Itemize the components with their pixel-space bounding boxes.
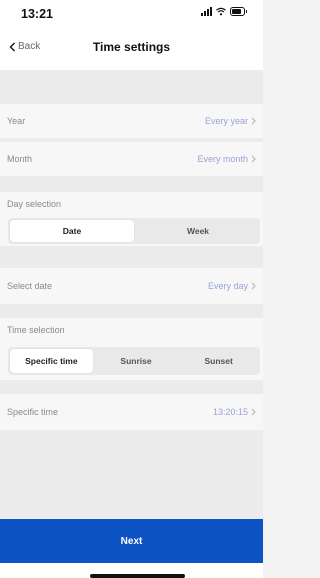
section-spacer	[0, 304, 263, 318]
time-selection-segmented-control: Specific time Sunrise Sunset	[8, 347, 260, 375]
next-button[interactable]: Next	[0, 519, 263, 563]
page-title: Time settings	[92, 40, 171, 54]
day-option-week[interactable]: Week	[136, 218, 260, 244]
select-date-value-text: Every day	[207, 281, 248, 291]
section-spacer	[0, 176, 263, 192]
home-indicator	[90, 574, 185, 578]
status-bar: 13:21	[0, 0, 263, 26]
wifi-icon	[216, 7, 226, 16]
month-row[interactable]: Month Every month	[0, 142, 263, 176]
year-label: Year	[7, 116, 26, 126]
select-date-label: Select date	[7, 281, 53, 291]
year-value: Every year	[205, 116, 256, 126]
month-value: Every month	[197, 154, 256, 164]
month-value-text: Every month	[197, 154, 248, 164]
chevron-right-icon	[251, 117, 256, 125]
day-selection-label: Day selection	[7, 199, 62, 209]
time-selection-section: Time selection Specific time Sunrise Sun…	[0, 318, 263, 380]
day-selection-section: Day selection Date Week	[0, 192, 263, 246]
specific-time-value: 13:20:15	[213, 407, 256, 417]
navigation-header: Back Time settings	[0, 26, 263, 70]
time-option-sunrise[interactable]: Sunrise	[95, 347, 178, 375]
month-label: Month	[7, 154, 33, 164]
chevron-right-icon	[251, 155, 256, 163]
year-row[interactable]: Year Every year	[0, 104, 263, 138]
battery-icon	[230, 7, 247, 16]
select-date-value: Every day	[208, 281, 256, 291]
battery-level	[232, 9, 241, 14]
day-selection-segmented-control: Date Week	[8, 218, 260, 244]
specific-time-value-text: 13:20:15	[212, 407, 248, 417]
time-selection-label: Time selection	[7, 325, 65, 335]
section-spacer	[0, 70, 263, 104]
signal-icon	[201, 7, 212, 16]
section-spacer	[0, 380, 263, 394]
time-option-specific-time[interactable]: Specific time	[10, 349, 93, 373]
specific-time-row[interactable]: Specific time 13:20:15	[0, 394, 263, 430]
system-icons	[201, 7, 247, 16]
chevron-right-icon	[251, 282, 256, 290]
day-option-date[interactable]: Date	[10, 220, 134, 242]
select-date-row[interactable]: Select date Every day	[0, 268, 263, 304]
section-spacer	[0, 246, 263, 268]
time-option-sunset[interactable]: Sunset	[177, 347, 260, 375]
status-time: 13:21	[21, 7, 53, 21]
specific-time-label: Specific time	[7, 407, 59, 417]
year-value-text: Every year	[204, 116, 248, 126]
chevron-right-icon	[251, 408, 256, 416]
empty-area	[0, 430, 263, 519]
